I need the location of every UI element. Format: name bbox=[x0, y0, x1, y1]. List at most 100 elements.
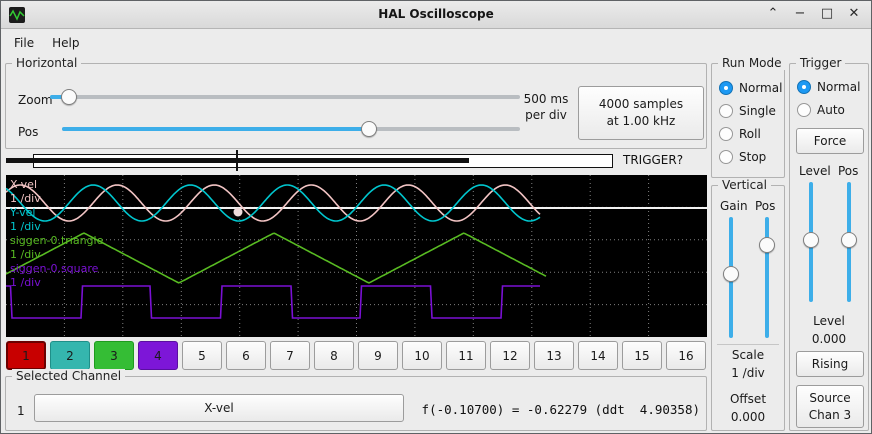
channel-button-2[interactable]: 2 bbox=[50, 341, 90, 370]
selected-channel-group-title: Selected Channel bbox=[12, 369, 125, 383]
vertical-gain-slider[interactable] bbox=[723, 217, 739, 338]
radio-unchecked-icon[interactable] bbox=[719, 104, 733, 118]
trigger-level-label: Level bbox=[799, 164, 831, 178]
channel-button-15[interactable]: 15 bbox=[622, 341, 662, 370]
menu-help[interactable]: Help bbox=[43, 33, 88, 53]
trigger-source-button[interactable]: Source Chan 3 bbox=[796, 385, 864, 428]
offset-value: 0.000 bbox=[712, 410, 784, 424]
vertical-pos-label: Pos bbox=[755, 199, 775, 213]
scope-canvas: X-vel1 /divY-vel1 /divsiggen-0.triangle1… bbox=[6, 175, 707, 337]
scale-value: 1 /div bbox=[712, 366, 784, 380]
app-window: HAL Oscilloscope ⌃ − □ ✕ File Help Horiz… bbox=[0, 0, 872, 434]
selected-channel-group: Selected Channel 1 X-vel f(-0.10700) = -… bbox=[5, 376, 707, 431]
channel-button-7[interactable]: 7 bbox=[270, 341, 310, 370]
trigger-edge-button[interactable]: Rising bbox=[796, 351, 864, 377]
channel-button-4[interactable]: 4 bbox=[138, 341, 178, 370]
trace-Y-vel bbox=[6, 185, 540, 221]
trigger-level-handle[interactable] bbox=[803, 232, 819, 248]
trigger-timeline[interactable]: TRIGGER? bbox=[5, 149, 707, 173]
selected-channel-number: 1 bbox=[17, 404, 25, 418]
run-mode-roll[interactable]: Roll bbox=[719, 127, 782, 141]
vertical-separator bbox=[717, 344, 779, 345]
trigger-mode-normal[interactable]: Normal bbox=[797, 80, 860, 94]
trigger-level-slider[interactable] bbox=[803, 182, 819, 302]
trigger-level-caption: Level bbox=[790, 314, 868, 328]
vertical-group-title: Vertical bbox=[718, 178, 771, 192]
run-mode-group-title: Run Mode bbox=[718, 56, 786, 70]
run-mode-stop[interactable]: Stop bbox=[719, 150, 782, 164]
menu-file[interactable]: File bbox=[5, 33, 43, 53]
close-button[interactable]: ✕ bbox=[847, 6, 861, 21]
trace-siggen-0.square bbox=[6, 286, 540, 318]
scope-scale-X-vel: 1 /div bbox=[10, 192, 41, 205]
channel-button-6[interactable]: 6 bbox=[226, 341, 266, 370]
radio-unchecked-icon[interactable] bbox=[797, 103, 811, 117]
radio-unchecked-icon[interactable] bbox=[719, 127, 733, 141]
vertical-pos-slider[interactable] bbox=[759, 217, 775, 338]
channel-button-16[interactable]: 16 bbox=[666, 341, 706, 370]
run-mode-options: Normal Single Roll Stop bbox=[719, 81, 782, 164]
trigger-mode-auto-label: Auto bbox=[817, 103, 845, 117]
run-mode-normal[interactable]: Normal bbox=[719, 81, 782, 95]
trigger-flag-label: TRIGGER? bbox=[623, 153, 683, 167]
trigger-pos-slider[interactable] bbox=[841, 182, 857, 302]
window-title: HAL Oscilloscope bbox=[1, 7, 871, 21]
zoom-slider-handle[interactable] bbox=[61, 89, 77, 105]
scope-display[interactable]: X-vel1 /divY-vel1 /divsiggen-0.triangle1… bbox=[6, 175, 707, 337]
scope-label-X-vel: X-vel bbox=[10, 178, 37, 191]
channel-name-button[interactable]: X-vel bbox=[34, 394, 404, 422]
run-mode-group: Run Mode NormalSingleRollStop bbox=[711, 63, 785, 178]
scope-scale-Y-vel: 1 /div bbox=[10, 220, 41, 233]
vertical-group: Vertical Gain Pos Scale 1 /div Offset 0.… bbox=[711, 185, 785, 431]
channel-button-5[interactable]: 5 bbox=[182, 341, 222, 370]
channel-value-readout: f(-0.10700) = -0.62279 (ddt 4.90358) bbox=[422, 402, 700, 417]
shade-button[interactable]: ⌃ bbox=[766, 6, 780, 21]
vertical-pos-handle[interactable] bbox=[759, 237, 775, 253]
radio-unchecked-icon[interactable] bbox=[719, 150, 733, 164]
minimize-button[interactable]: − bbox=[793, 6, 807, 21]
channel-button-9[interactable]: 9 bbox=[358, 341, 398, 370]
trigger-mode-auto[interactable]: Auto bbox=[797, 103, 860, 117]
horizontal-group: Horizontal Zoom 500 ms per div 4000 samp… bbox=[5, 63, 707, 149]
scope-label-Y-vel: Y-vel bbox=[9, 206, 35, 219]
channel-button-row: 12345678910111213141516 bbox=[6, 341, 706, 371]
trigger-point-dot bbox=[234, 208, 243, 217]
radio-checked-icon[interactable] bbox=[797, 80, 811, 94]
run-mode-stop-label: Stop bbox=[739, 150, 766, 164]
menu-bar: File Help bbox=[1, 30, 871, 55]
horizontal-pos-fill bbox=[62, 127, 369, 131]
scope-label-siggen-0.triangle: siggen-0.triangle bbox=[10, 234, 104, 247]
channel-button-11[interactable]: 11 bbox=[446, 341, 486, 370]
maximize-button[interactable]: □ bbox=[820, 6, 834, 21]
zoom-label: Zoom bbox=[18, 93, 53, 107]
trigger-level-value: 0.000 bbox=[790, 332, 868, 346]
vertical-pos-track[interactable] bbox=[765, 217, 769, 338]
channel-button-14[interactable]: 14 bbox=[578, 341, 618, 370]
run-mode-single[interactable]: Single bbox=[719, 104, 782, 118]
scale-caption: Scale bbox=[712, 348, 784, 362]
force-button[interactable]: Force bbox=[796, 128, 864, 154]
horizontal-group-title: Horizontal bbox=[12, 56, 81, 70]
radio-checked-icon[interactable] bbox=[719, 81, 733, 95]
trigger-mode-normal-label: Normal bbox=[817, 80, 860, 94]
horizontal-pos-slider[interactable] bbox=[62, 120, 520, 138]
channel-button-10[interactable]: 10 bbox=[402, 341, 442, 370]
vertical-gain-handle[interactable] bbox=[723, 266, 739, 282]
channel-button-1[interactable]: 1 bbox=[6, 341, 46, 370]
channel-button-3[interactable]: 3 bbox=[94, 341, 134, 370]
zoom-slider[interactable] bbox=[50, 88, 520, 106]
vertical-gain-label: Gain bbox=[720, 199, 748, 213]
trigger-position-marker[interactable] bbox=[236, 150, 238, 171]
zoom-slider-track[interactable] bbox=[50, 95, 520, 99]
channel-button-8[interactable]: 8 bbox=[314, 341, 354, 370]
samples-button[interactable]: 4000 samples at 1.00 kHz bbox=[578, 86, 704, 140]
scope-scale-siggen-0.triangle: 1 /div bbox=[10, 248, 41, 261]
trigger-group: Trigger NormalAuto Force Level Pos Level… bbox=[789, 63, 869, 431]
horizontal-pos-handle[interactable] bbox=[361, 121, 377, 137]
trigger-pos-handle[interactable] bbox=[841, 232, 857, 248]
title-bar[interactable]: HAL Oscilloscope ⌃ − □ ✕ bbox=[1, 1, 871, 29]
time-per-div-label: 500 ms per div bbox=[514, 91, 578, 123]
channel-button-13[interactable]: 13 bbox=[534, 341, 574, 370]
channel-button-12[interactable]: 12 bbox=[490, 341, 530, 370]
scope-scale-siggen-0.square: 1 /div bbox=[10, 276, 41, 289]
